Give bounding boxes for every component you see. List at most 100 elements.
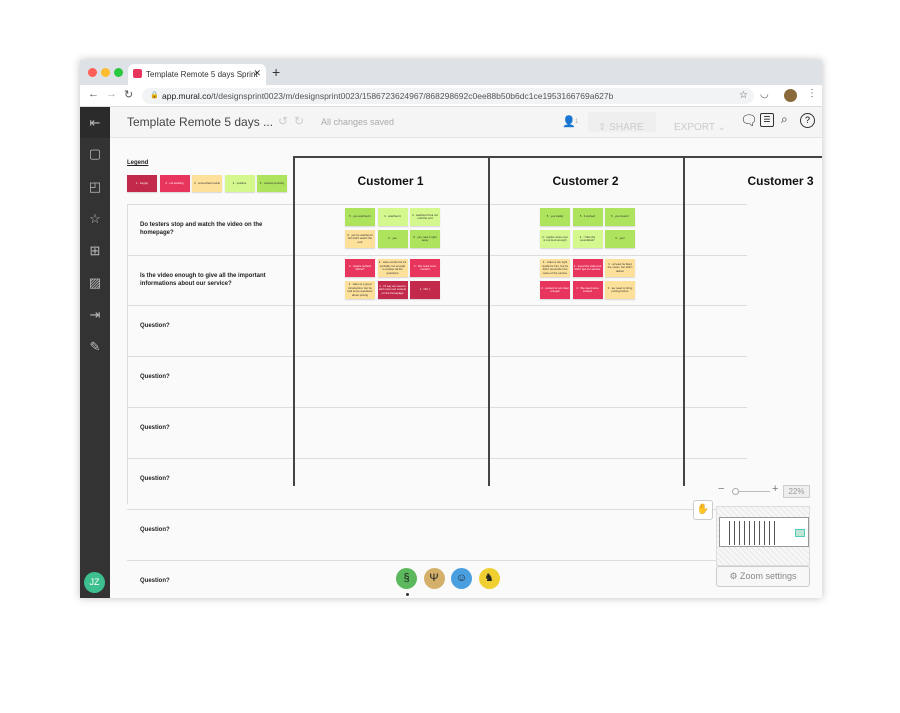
users-icon[interactable]: 👤 bbox=[562, 115, 576, 128]
question-label: Question? bbox=[140, 527, 170, 533]
question-label: Do testers stop and watch the video on t… bbox=[140, 222, 263, 236]
sticky-note[interactable]: 2 · loved the video but didn't get our s… bbox=[572, 259, 603, 277]
sticky-note[interactable]: 4 · maybe voice over is not loud enough bbox=[540, 230, 570, 248]
close-tab-icon[interactable]: ✕ bbox=[253, 68, 261, 79]
question-label: Question? bbox=[140, 374, 170, 380]
question-label: Question? bbox=[140, 476, 170, 482]
sticky-note[interactable]: 3 · we need to bring pricing before bbox=[605, 281, 635, 299]
lock-icon: 🔒 bbox=[150, 92, 159, 99]
shapes-icon[interactable]: ◰ bbox=[87, 179, 103, 195]
new-tab-button[interactable]: + bbox=[272, 64, 280, 80]
gear-icon: ⚙ bbox=[729, 571, 741, 581]
question-column-border bbox=[127, 204, 128, 504]
row-divider bbox=[127, 458, 747, 459]
zoom-in-button[interactable]: + bbox=[772, 483, 778, 495]
question-label: Question? bbox=[140, 323, 170, 329]
pencil-icon[interactable]: ✎ bbox=[87, 339, 103, 355]
row-divider bbox=[127, 204, 747, 205]
exit-icon[interactable] bbox=[87, 67, 103, 83]
pocket-icon[interactable]: ◡ bbox=[760, 89, 769, 100]
zoom-settings-button[interactable]: ⚙ Zoom settings bbox=[716, 566, 810, 587]
column-header-border bbox=[293, 156, 822, 158]
minimap[interactable] bbox=[716, 506, 810, 566]
legend-item: 5 · worked perfectly bbox=[257, 175, 287, 192]
address-bar: ← → ↻ 🔒 app.mural.co/t/designsprint0023/… bbox=[80, 85, 822, 107]
profile-avatar[interactable] bbox=[784, 89, 797, 102]
tab-bar: Template Remote 5 days Sprint ✕ + bbox=[80, 60, 822, 85]
sticky-note[interactable]: 4 · "I like the soundtrack" bbox=[572, 230, 603, 248]
sticky-note[interactable]: 5 · yes bbox=[377, 230, 408, 248]
row-divider bbox=[127, 509, 747, 510]
sticky-note[interactable]: 2 · We need more content bbox=[572, 281, 603, 299]
sticky-note[interactable]: 4 · watched it bbox=[377, 208, 408, 226]
comment-icon[interactable]: 🗨 bbox=[740, 112, 758, 129]
zoom-level[interactable]: 22% bbox=[783, 485, 810, 498]
url-path: /t/designsprint0023/m/designsprint0023/1… bbox=[211, 91, 614, 101]
forward-icon[interactable]: → bbox=[106, 88, 117, 100]
legend-item: 1 · bug(s) bbox=[127, 175, 157, 192]
sticky-note[interactable]: 3 · video works but it's probably not en… bbox=[377, 259, 408, 277]
row-divider bbox=[127, 305, 747, 306]
sticky-note[interactable]: 2 · We need more content bbox=[410, 259, 440, 277]
zoom-slider[interactable] bbox=[732, 488, 770, 495]
row-divider bbox=[127, 255, 747, 256]
column-divider bbox=[488, 156, 490, 486]
sticky-note[interactable]: 3 · video is a good introduction, but he… bbox=[345, 281, 375, 299]
legend-item: 4 · positive bbox=[224, 175, 255, 192]
row-divider bbox=[127, 560, 747, 561]
column-divider bbox=[293, 156, 295, 486]
tab-title: Template Remote 5 days Sprint bbox=[146, 70, 258, 79]
import-icon[interactable]: ⇥ bbox=[87, 307, 103, 323]
back-icon[interactable]: ← bbox=[88, 88, 99, 100]
share-button[interactable]: ⇪ SHARE bbox=[588, 112, 656, 133]
giraffe-icon[interactable]: Ψ bbox=[423, 568, 445, 589]
monkey-icon[interactable]: ☺ bbox=[451, 568, 472, 589]
hand-tool-icon[interactable]: ✋ bbox=[693, 500, 713, 520]
bookmark-star-icon[interactable]: ☆ bbox=[739, 90, 748, 101]
app-header: Template Remote 5 days ... ↺ ↻ All chang… bbox=[110, 107, 822, 138]
export-button[interactable]: EXPORT ⌄ bbox=[674, 117, 726, 135]
outline-icon[interactable]: ☰ bbox=[760, 113, 774, 127]
sticky-note[interactable]: 5 · yes! bbox=[605, 230, 635, 248]
maximize-window-button[interactable] bbox=[114, 68, 123, 77]
star-icon[interactable]: ☆ bbox=[87, 211, 103, 227]
mural-favicon-icon bbox=[133, 69, 142, 78]
cat-icon[interactable]: ♞ bbox=[478, 568, 500, 589]
sticky-note-icon[interactable]: ▢ bbox=[87, 146, 103, 162]
sticky-note[interactable]: 3 · video is the right media for him, bu… bbox=[540, 259, 570, 277]
mural-title[interactable]: Template Remote 5 days ... bbox=[127, 115, 273, 129]
reload-icon[interactable]: ↻ bbox=[124, 88, 133, 101]
browser-tab[interactable]: Template Remote 5 days Sprint ✕ bbox=[128, 64, 266, 85]
zoom-out-button[interactable]: − bbox=[718, 483, 724, 495]
sticky-note[interactable]: 4 · watched it but not until the end bbox=[410, 208, 440, 226]
sticky-note[interactable]: 5 · it worked bbox=[572, 208, 603, 226]
legend-item: 2 · not working bbox=[159, 175, 190, 192]
question-label: Is the video enough to give all the impo… bbox=[140, 273, 266, 287]
user-avatar[interactable]: JZ bbox=[84, 572, 105, 593]
redo-icon[interactable]: ↻ bbox=[294, 114, 304, 128]
search-icon[interactable]: ⌕ bbox=[781, 112, 788, 127]
sticky-note[interactable]: 2 · maybe subtext below? bbox=[345, 259, 375, 277]
undo-icon[interactable]: ↺ bbox=[278, 114, 288, 128]
column-header: Customer 3 bbox=[747, 174, 814, 188]
grid-icon[interactable]: ⊞ bbox=[87, 243, 103, 259]
url-host: app.mural.co bbox=[162, 91, 212, 101]
sticky-note[interactable]: 5 · yes totally bbox=[540, 208, 570, 226]
sticky-note[interactable]: 5 · yes watched it bbox=[345, 208, 375, 226]
image-icon[interactable]: ▨ bbox=[87, 275, 103, 291]
legend-item: 3 · somewhat trouble bbox=[192, 175, 222, 192]
sticky-note[interactable]: 5 · yes loved it bbox=[605, 208, 635, 226]
save-status: All changes saved bbox=[321, 117, 395, 127]
sticky-note[interactable]: 2 · content is not clear enough bbox=[540, 281, 570, 299]
menu-icon[interactable]: ⋮ bbox=[807, 88, 817, 99]
question-label: Question? bbox=[140, 578, 170, 584]
help-icon[interactable]: ? bbox=[800, 113, 815, 128]
seahorse-icon[interactable]: § bbox=[396, 568, 417, 589]
sticky-note[interactable]: 5 · yes, saw it right away bbox=[410, 230, 440, 248]
sticky-note[interactable]: 1 · NO :( bbox=[410, 281, 440, 299]
sticky-note[interactable]: 3 · yes he watched it but didn't watch t… bbox=[345, 230, 375, 248]
url-field[interactable]: 🔒 app.mural.co/t/designsprint0023/m/desi… bbox=[142, 88, 754, 104]
sticky-note[interactable]: 1 · I'd say we need to add more text con… bbox=[377, 281, 408, 299]
sticky-note[interactable]: 3 · at least he liked the music, but did… bbox=[605, 259, 635, 277]
exit-mural-icon[interactable]: ⇤ bbox=[80, 107, 110, 138]
